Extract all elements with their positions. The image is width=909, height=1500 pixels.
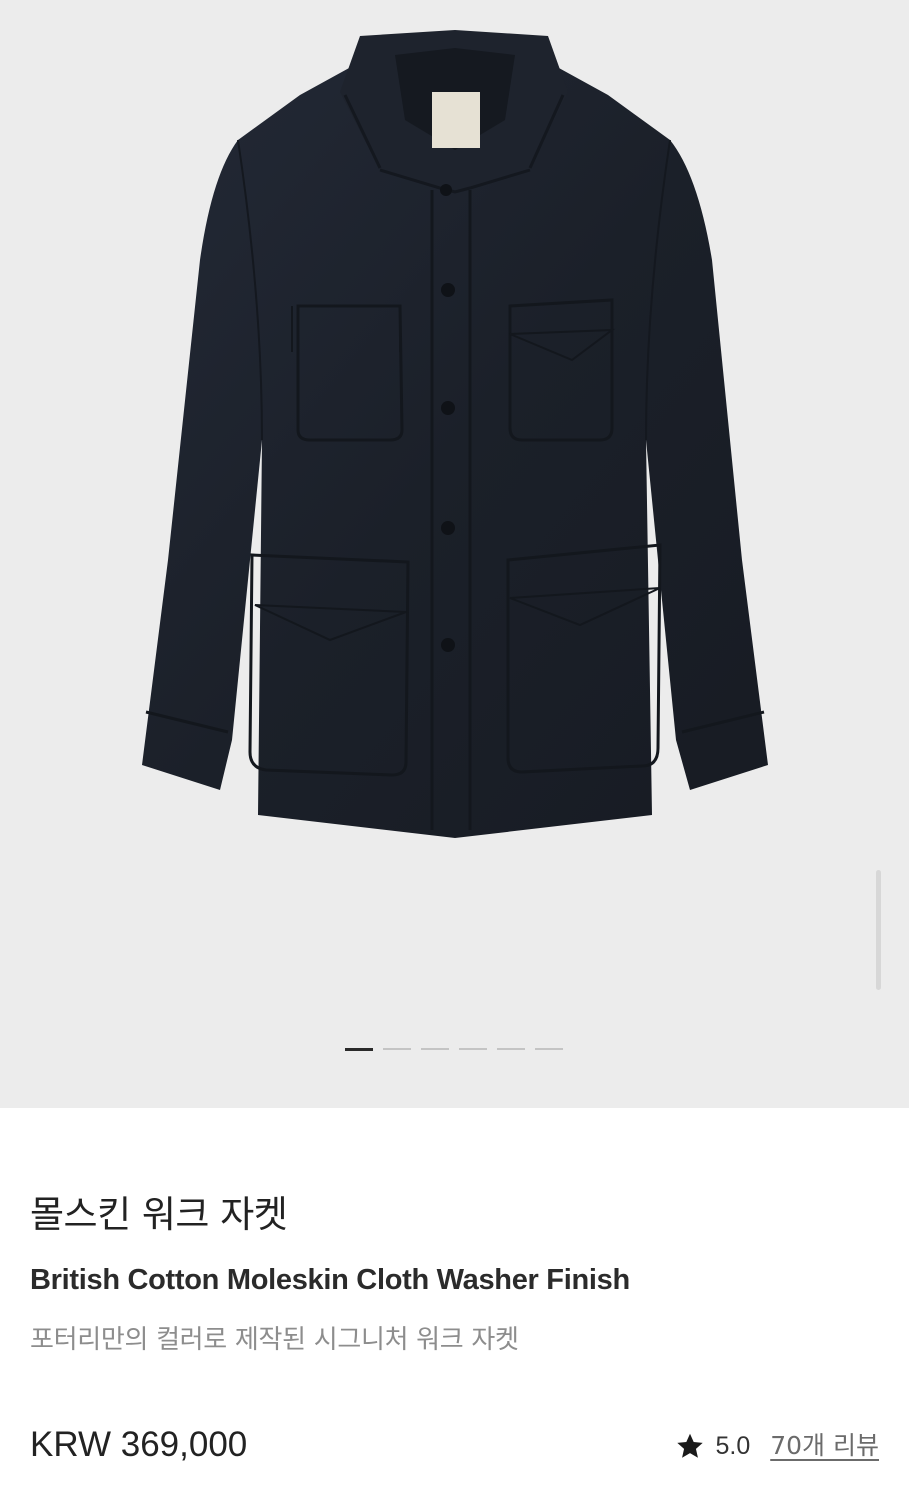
- rating-summary: 5.0 70개 리뷰: [675, 1428, 879, 1464]
- slide-dot-5[interactable]: [497, 1048, 525, 1050]
- slide-dot-1[interactable]: [345, 1047, 373, 1051]
- product-image[interactable]: [0, 0, 909, 1108]
- slide-dot-4[interactable]: [459, 1048, 487, 1050]
- product-price: KRW 369,000: [30, 1425, 248, 1464]
- product-image-gallery[interactable]: [0, 0, 909, 1108]
- slide-dot-6[interactable]: [535, 1048, 563, 1050]
- reviews-link[interactable]: 70개 리뷰: [770, 1428, 879, 1464]
- slide-dot-3[interactable]: [421, 1048, 449, 1050]
- product-name-english: British Cotton Moleskin Cloth Washer Fin…: [30, 1264, 630, 1296]
- product-subtitle: 포터리만의 컬러로 제작된 시그니처 워크 자켓: [30, 1325, 519, 1355]
- slide-indicator: [345, 1047, 563, 1051]
- scrollbar-thumb[interactable]: [876, 870, 881, 990]
- product-name-korean: 몰스킨 워크 자켓: [30, 1193, 288, 1236]
- star-icon: [677, 1433, 704, 1458]
- rating-value: 5.0: [715, 1432, 751, 1460]
- slide-dot-2[interactable]: [383, 1048, 411, 1050]
